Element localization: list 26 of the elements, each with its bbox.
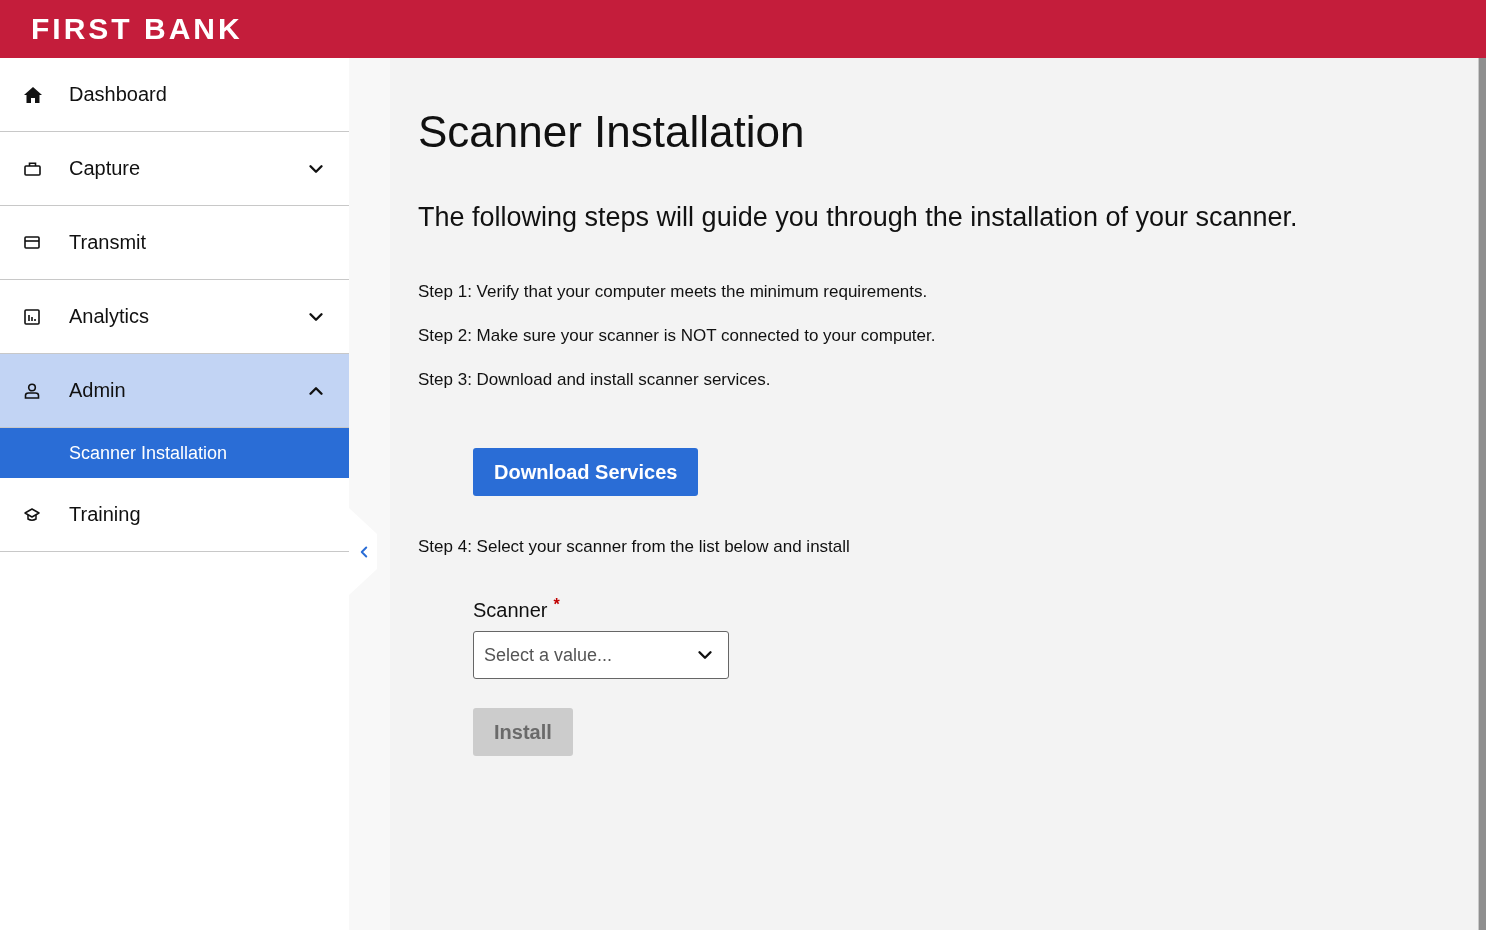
sidebar-subitem[interactable]: Scanner Installation xyxy=(0,428,349,478)
sidebar-item-label: Analytics xyxy=(69,305,151,328)
sidebar-item-label: Capture xyxy=(69,157,142,180)
sidebar-item-label: Admin xyxy=(69,379,127,402)
sidebar-item[interactable]: Admin xyxy=(0,354,349,428)
intro-text: The following steps will guide you through the installation of your scanner. xyxy=(418,201,1299,234)
step-text: Step 2: Make sure your scanner is NOT connected to your computer. xyxy=(418,325,937,347)
required-mark: * xyxy=(553,597,560,613)
step-text: Step 1: Verify that your computer meets the minimum requirements. xyxy=(418,281,929,303)
step-text: Step 4: Select your scanner from the list below and install xyxy=(418,536,851,558)
download-services-button[interactable]: Download Services xyxy=(473,448,699,496)
scanner-select[interactable]: Select a value... xyxy=(473,631,729,679)
step-text: Step 3: Download and install scanner services. xyxy=(418,369,772,391)
card-icon xyxy=(24,236,40,249)
briefcase-icon xyxy=(24,161,41,176)
person-icon xyxy=(24,382,40,399)
page-title: Scanner Installation xyxy=(418,106,806,158)
scrollbar[interactable] xyxy=(1478,58,1486,930)
logo: FIRST BANK xyxy=(31,12,243,46)
graduation-cap-icon xyxy=(24,507,40,522)
chart-icon xyxy=(24,308,40,325)
sidebar-item-label: Training xyxy=(69,503,142,526)
sidebar-item-label: Transmit xyxy=(69,231,148,254)
home-icon xyxy=(24,86,42,103)
field-label: Scanner xyxy=(473,598,548,623)
sidebar-item-label: Dashboard xyxy=(69,83,168,106)
